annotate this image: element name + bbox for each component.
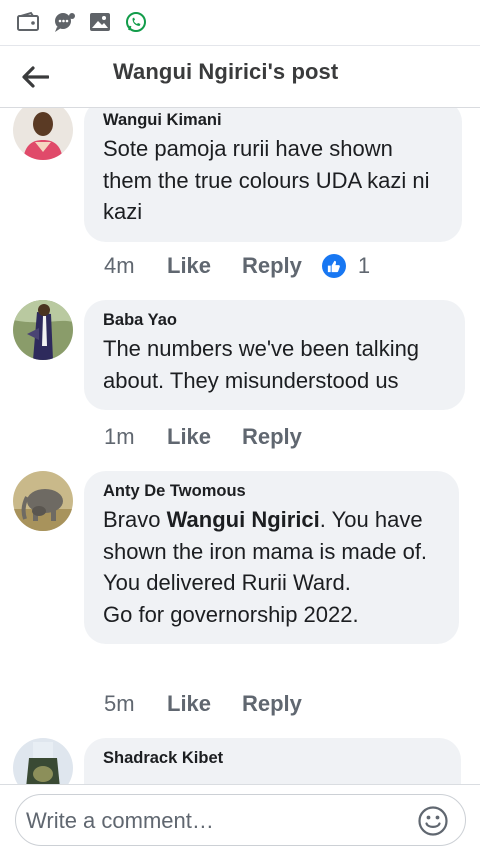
arrow-left-icon	[22, 66, 49, 88]
comment-input-placeholder: Write a comment…	[26, 808, 214, 833]
comment-actions: 1m Like Reply	[104, 422, 302, 452]
comments-list: Wangui Kimani Sote pamoja rurii have sho…	[0, 108, 480, 784]
thumbs-up-icon	[321, 254, 346, 278]
avatar[interactable]	[13, 738, 73, 784]
post-header: Wangui Ngirici's post	[0, 46, 480, 108]
comment-author[interactable]: Wangui Kimani	[103, 111, 444, 130]
like-button[interactable]: Like	[167, 253, 242, 279]
comment-input[interactable]: Write a comment…	[15, 794, 466, 846]
comment-author[interactable]: Anty De Twomous	[103, 482, 441, 501]
wallet-icon	[16, 11, 40, 33]
reaction-count: 1	[357, 253, 371, 278]
reply-button[interactable]: Reply	[242, 253, 302, 279]
comment-bubble: Anty De Twomous Bravo Wangui Ngirici. Yo…	[84, 471, 459, 644]
comment-author[interactable]: Shadrack Kibet	[103, 749, 443, 768]
comment-text-line: You delivered Rurii Ward.	[103, 570, 351, 595]
back-button[interactable]	[18, 60, 52, 94]
chat-bubble-icon	[52, 11, 76, 33]
reply-button[interactable]: Reply	[242, 691, 302, 717]
emoji-button[interactable]	[417, 805, 449, 837]
gallery-icon	[88, 11, 112, 33]
reaction-summary[interactable]: 1	[321, 253, 371, 279]
comment-composer-bar: Write a comment…	[0, 784, 480, 854]
comment-bubble: Shadrack Kibet	[84, 738, 461, 784]
avatar[interactable]	[13, 300, 73, 360]
comment-time[interactable]: 4m	[104, 253, 167, 279]
comment-bubble: Wangui Kimani Sote pamoja rurii have sho…	[84, 108, 462, 242]
mention-link[interactable]: Wangui Ngirici	[167, 507, 320, 532]
whatsapp-icon	[124, 11, 148, 33]
like-button[interactable]: Like	[167, 691, 242, 717]
comment-time[interactable]: 5m	[104, 691, 167, 717]
comment-actions: 5m Like Reply	[104, 689, 302, 719]
status-bar	[0, 0, 480, 46]
reply-button[interactable]: Reply	[242, 424, 302, 450]
comment-text: Bravo Wangui Ngirici. You have shown the…	[103, 504, 441, 630]
comment-text-line: Go for governorship 2022.	[103, 601, 359, 627]
comment-time[interactable]: 1m	[104, 424, 167, 450]
comment-bubble: Baba Yao The numbers we've been talking …	[84, 300, 465, 410]
comment-actions: 4m Like Reply 1	[104, 251, 370, 281]
avatar[interactable]	[13, 108, 73, 160]
comment-text-prefix: Bravo	[103, 507, 167, 532]
comment-text: Sote pamoja rurii have shown them the tr…	[103, 136, 430, 224]
page-title: Wangui Ngirici's post	[113, 59, 339, 84]
comment-author[interactable]: Baba Yao	[103, 311, 447, 330]
comment-text: The numbers we've been talking about. Th…	[103, 336, 420, 393]
avatar[interactable]	[13, 471, 73, 531]
like-button[interactable]: Like	[167, 424, 242, 450]
smiley-icon	[418, 806, 448, 836]
